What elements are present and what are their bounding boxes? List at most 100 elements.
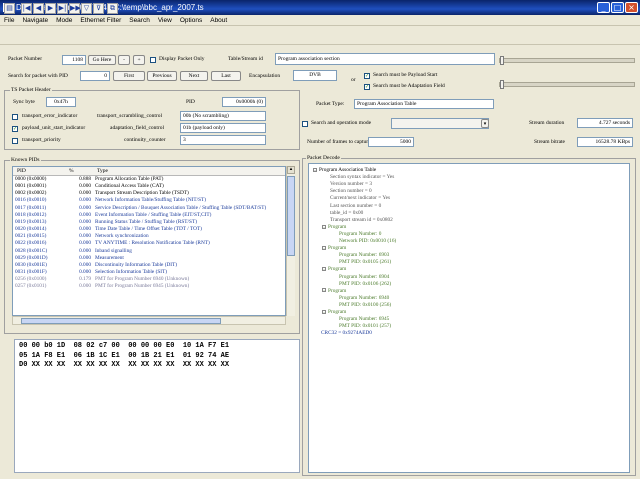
pid-row[interactable]: 0257 (0x0101) 0.000 PMT for Program Number… [13, 283, 268, 290]
decode-node[interactable]: Section number = 0 [322, 188, 372, 195]
increment-button[interactable]: + [133, 55, 145, 65]
pid-cell-pid: 0257 (0x0101) [15, 283, 47, 290]
decode-node[interactable]: Network PID: 0x0010 (16) [331, 238, 396, 245]
decode-node[interactable]: PMT PID: 0x0100 (256) [331, 302, 391, 309]
menu-ethernet-filter[interactable]: Ethernet Filter [80, 15, 121, 25]
decode-node[interactable]: Version number = 3 [322, 181, 372, 188]
menu-mode[interactable]: Mode [56, 15, 72, 25]
pids-scroll-thumb[interactable] [287, 176, 295, 256]
pid-row[interactable]: 0028 (0x001C) 0.000 Inband signalling [13, 248, 268, 255]
pids-hscrollbar[interactable] [12, 316, 286, 325]
menu-navigate[interactable]: Navigate [22, 15, 48, 25]
decode-node[interactable]: Current/next indicator = Yes [322, 195, 390, 202]
collapse-icon[interactable]: - [322, 309, 326, 314]
collapse-icon[interactable]: - [322, 224, 326, 229]
decode-node[interactable]: Program Number: 0 [331, 231, 381, 238]
prev-icon[interactable]: ◀ [33, 3, 44, 14]
pids-hscroll-thumb[interactable] [21, 318, 221, 324]
first-icon[interactable]: |◀ [21, 3, 32, 14]
decode-node[interactable]: Program Number: 6904 [331, 274, 389, 281]
decode-node[interactable]: Last section number = 0 [322, 203, 381, 210]
packet-slider-thumb[interactable] [500, 56, 504, 65]
adaptation-field-checkbox[interactable]: ✓ [364, 84, 370, 90]
last-icon[interactable]: ▶▶| [69, 3, 83, 14]
decode-node[interactable]: - Program [322, 245, 346, 252]
decode-node[interactable]: Program Number: 6940 [331, 295, 389, 302]
decode-node[interactable]: - Program Association Table [313, 167, 376, 174]
decrement-button[interactable]: - [118, 55, 130, 65]
col-percent[interactable]: % [69, 167, 93, 175]
pid-row[interactable]: 0022 (0x0016) 0.000 TV ANYTIME : Resolutio… [13, 240, 268, 247]
known-pids-list[interactable]: PID % Type 0000 (0x0000) 0.888 Program All… [12, 166, 286, 316]
decode-node-text: Network PID: 0x0010 (16) [339, 238, 397, 244]
collapse-icon[interactable]: - [313, 167, 317, 172]
play-icon[interactable]: ▶ [45, 3, 56, 14]
open-folder-icon[interactable]: ▤ [4, 3, 15, 14]
next-icon[interactable]: ▶| [57, 3, 68, 14]
hex-dump-text: 00 00 b0 1D 08 02 c7 00 00 00 00 E0 10 1… [15, 340, 299, 373]
pid-row[interactable]: 0018 (0x0012) 0.000 Event Information Tabl… [13, 212, 268, 219]
decode-node[interactable]: table_id = 0x00 [322, 210, 363, 217]
decode-node-text: Program [328, 309, 347, 315]
previous-button[interactable]: Previous [147, 71, 177, 81]
menu-search[interactable]: Search [129, 15, 150, 25]
menu-view[interactable]: View [158, 15, 172, 25]
pid-cell-pct: 0.000 [79, 197, 91, 204]
first-button[interactable]: First [113, 71, 145, 81]
display-packet-only-checkbox[interactable] [150, 57, 156, 63]
decode-node[interactable]: - Program [322, 266, 346, 273]
packet-number-input[interactable]: 1108 [62, 55, 86, 65]
transport-error-checkbox[interactable] [12, 114, 18, 120]
search-mode-select[interactable] [391, 118, 489, 129]
decode-node[interactable]: PMT PID: 0x0101 (257) [331, 323, 391, 330]
copy-icon[interactable]: ⧉ [107, 3, 118, 14]
menu-about[interactable]: About [210, 15, 227, 25]
decode-node-text: Program Association Table [319, 167, 377, 173]
packet-decode-tree[interactable]: - Program Association Table Section syntax… [308, 163, 630, 473]
chevron-down-icon[interactable]: ▾ [481, 119, 489, 128]
go-here-button[interactable]: Go Here [88, 55, 116, 65]
col-type[interactable]: Type [93, 167, 108, 175]
payload-unit-start-checkbox[interactable]: ✓ [12, 126, 18, 132]
decode-node[interactable]: PMT PID: 0x0105 (261) [331, 259, 391, 266]
packet-slider-track[interactable] [499, 58, 635, 63]
search-slider-thumb[interactable] [500, 80, 504, 89]
filter-clear-icon[interactable]: ⊽ [93, 3, 104, 14]
stream-duration-label: Stream duration [529, 120, 565, 126]
pid-row[interactable]: 0016 (0x0010) 0.000 Network Information Ta… [13, 197, 268, 204]
pid-row[interactable]: 0020 (0x0014) 0.000 Time Date Table / Time… [13, 226, 268, 233]
pid-cell-pct: 0.000 [79, 183, 91, 190]
decode-node[interactable]: - Program [322, 288, 346, 295]
search-pid-input[interactable]: 0 [80, 71, 110, 81]
decode-node[interactable]: - Program [322, 309, 346, 316]
menu-options[interactable]: Options [180, 15, 202, 25]
frames-input[interactable]: 5000 [368, 137, 414, 147]
search-slider-track[interactable] [499, 82, 635, 87]
encapsulation-field[interactable]: DVB [293, 70, 337, 81]
decode-node[interactable]: Section syntax indicator = Yes [322, 174, 394, 181]
next-button[interactable]: Next [180, 71, 208, 81]
pid-row[interactable]: 0030 (0x001E) 0.000 Discontinuity Informat… [13, 262, 268, 269]
decode-node[interactable]: Transport stream id = 0x0802 [322, 217, 393, 224]
scroll-up-icon[interactable]: ▴ [287, 166, 295, 174]
close-button[interactable]: × [625, 2, 638, 13]
payload-start-checkbox[interactable]: ✓ [364, 73, 370, 79]
pids-scrollbar[interactable]: ▴ [286, 166, 295, 316]
col-pid[interactable]: PID [13, 167, 69, 175]
pid-row[interactable]: 0017 (0x0011) 0.000 Service Description / … [13, 205, 268, 212]
decode-node[interactable]: PMT PID: 0x0106 (262) [331, 281, 391, 288]
minimize-button[interactable]: _ [597, 2, 610, 13]
menu-file[interactable]: File [4, 15, 14, 25]
pid-row[interactable]: 0029 (0x001D) 0.000 Measurement [13, 255, 268, 262]
last-button[interactable]: Last [211, 71, 241, 81]
transport-priority-checkbox[interactable] [12, 138, 18, 144]
collapse-icon[interactable]: - [322, 267, 326, 272]
collapse-icon[interactable]: - [322, 288, 326, 293]
hex-dump-panel[interactable]: 00 00 b0 1D 08 02 c7 00 00 00 00 E0 10 1… [14, 339, 300, 473]
collapse-icon[interactable]: - [322, 245, 326, 250]
filter-icon[interactable]: ▽ [81, 3, 92, 14]
decode-node[interactable]: - Program [322, 224, 346, 231]
search-mode-checkbox[interactable] [302, 121, 308, 127]
decode-node[interactable]: CRC32 = 0x9274AED0 [313, 330, 372, 337]
maximize-button[interactable]: □ [611, 2, 624, 13]
